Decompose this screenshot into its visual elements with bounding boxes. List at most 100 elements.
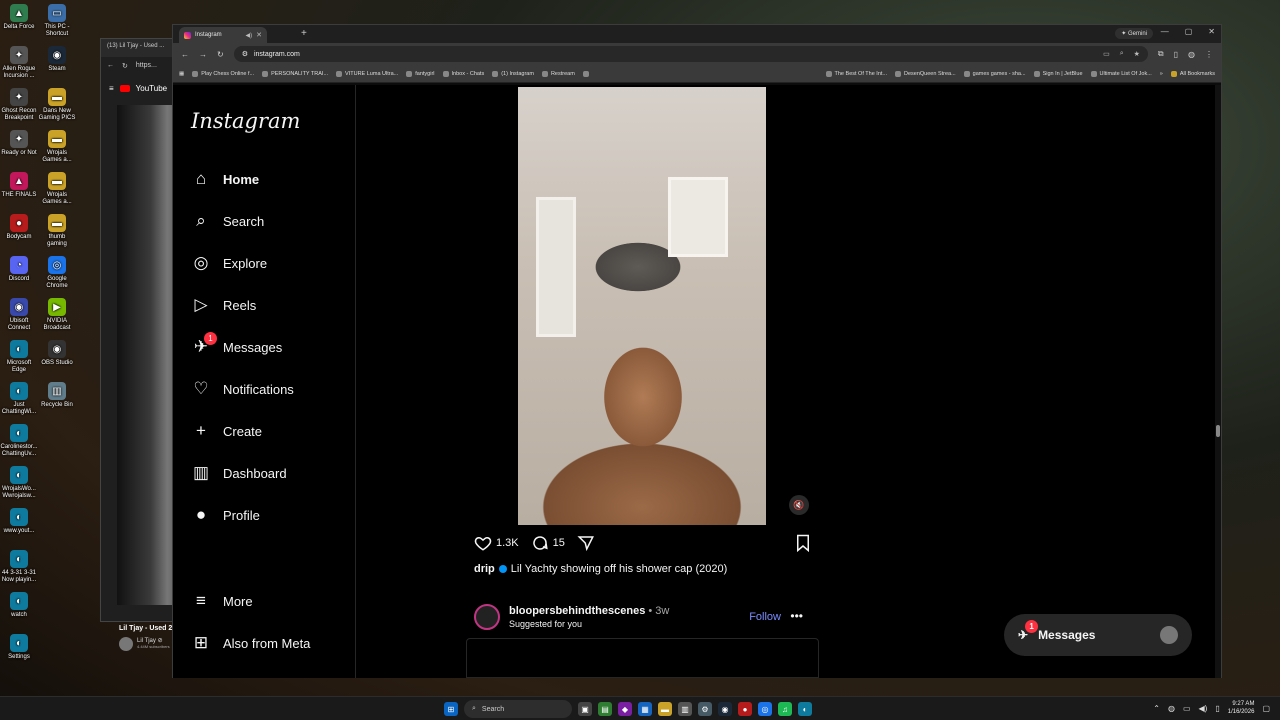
youtube-url[interactable]: https... (136, 62, 157, 72)
bookmark-item[interactable]: Restream (541, 70, 575, 77)
bookmark-item[interactable]: Play Chess Online f... (192, 70, 254, 77)
desktop-icon[interactable]: ▲ THE FINALS (0, 172, 38, 199)
taskbar-search[interactable]: ⌕ Search (464, 700, 572, 718)
extensions-icon[interactable]: ⧉ (1158, 49, 1164, 59)
close-window-button[interactable]: ✕ (1208, 27, 1215, 36)
bookmark-item[interactable]: Inbox - Chats (442, 70, 484, 77)
more-bookmarks-icon[interactable]: » (1160, 71, 1163, 77)
file-explorer-icon[interactable]: ▬ (658, 702, 672, 716)
spotify-icon[interactable]: ♫ (778, 702, 792, 716)
bookmark-item[interactable]: Sign In | JetBlue (1033, 70, 1083, 77)
youtube-logo-icon[interactable] (119, 84, 130, 92)
nav-item-dashboard[interactable]: ▥ Dashboard (191, 463, 287, 483)
bookmark-item[interactable]: VITURE Luma Ultra... (336, 70, 398, 77)
desktop-icon[interactable]: ▬ Wrojals Games a... (38, 172, 76, 206)
nav-item-create[interactable]: + Create (191, 421, 262, 441)
desktop-icon[interactable]: ▲ Delta Force (0, 4, 38, 31)
bookmark-item[interactable]: (1) Instagram (492, 70, 534, 77)
back-icon[interactable]: ← (107, 62, 114, 72)
desktop-icon[interactable]: ◉ OBS Studio (38, 340, 76, 367)
desktop-icon[interactable]: ◐ Carolinestor... ChattingUv... (0, 424, 38, 458)
url-text[interactable]: instagram.com (254, 51, 300, 58)
nav-item-reels[interactable]: ▷ Reels (191, 295, 256, 315)
desktop-icon[interactable]: ◐ WrojalsWo... Wwrojalsw... (0, 466, 38, 500)
messenger-icon[interactable]: ✈ 1 (1018, 620, 1039, 642)
bookmark-icon[interactable] (795, 534, 811, 553)
hamburger-icon[interactable]: ≡ (109, 84, 114, 93)
nav-item-explore[interactable]: ◎ Explore (191, 253, 268, 273)
desktop-icon[interactable]: ▭ This PC - Shortcut (38, 4, 76, 38)
nav-item-profile[interactable]: ● Profile (191, 505, 260, 525)
youtube-channel[interactable]: Lil Tjay ⊘ 4.44M subscribers (119, 637, 170, 651)
new-tab-button[interactable]: + (301, 28, 307, 39)
minimize-button[interactable]: — (1161, 27, 1169, 36)
desktop-icon[interactable]: ● Bodycam (0, 214, 38, 241)
follow-button[interactable]: Follow (749, 611, 781, 623)
desktop-icon[interactable]: ✦ Allen Rogue Incursion ... (0, 46, 38, 80)
nav-item-more[interactable]: ≡ More (191, 591, 253, 611)
like-count[interactable]: 1.3K (496, 537, 519, 549)
post-video[interactable]: 🔇 (466, 85, 819, 525)
desktop-icon[interactable]: ◉ Steam (38, 46, 76, 73)
desktop-icon[interactable]: ▥ Recycle Bin (38, 382, 76, 409)
reload-icon[interactable]: ↻ (122, 62, 128, 72)
tab-instagram[interactable]: Instagram ◀) ✕ (179, 27, 267, 43)
bookmark-star-icon[interactable]: ★ (1134, 50, 1140, 58)
desktop-icon[interactable]: ◐ Just ChattingWi... (0, 382, 38, 416)
maximize-button[interactable]: ▢ (1185, 27, 1193, 36)
cast-icon[interactable]: ▭ (1103, 50, 1110, 58)
more-options-icon[interactable]: ••• (790, 609, 803, 623)
bookmark-item[interactable]: The Best Of The Int... (825, 70, 887, 77)
tray-app-icon[interactable]: ◍ (1168, 704, 1175, 713)
chrome-icon[interactable]: ◎ (758, 702, 772, 716)
start-icon[interactable]: ⊞ (444, 702, 458, 716)
calculator-icon[interactable]: ▥ (678, 702, 692, 716)
clock[interactable]: 9:27 AM 1/16/2026 (1228, 700, 1255, 716)
game-app-icon[interactable]: ● (738, 702, 752, 716)
share-button[interactable] (577, 534, 595, 552)
copilot-icon[interactable]: ◆ (618, 702, 632, 716)
network-icon[interactable]: ▭ (1183, 704, 1191, 713)
apps-icon[interactable]: ▦ (179, 71, 184, 77)
task-view-icon[interactable]: ▣ (578, 702, 592, 716)
desktop-icon[interactable]: ✦ Ghost Recon Breakpoint (0, 88, 38, 122)
site-info-icon[interactable]: ⚙ (242, 50, 248, 58)
bookmark-item[interactable]: games games - sha... (963, 70, 1026, 77)
browser-menu-icon[interactable]: ⋮ (1205, 50, 1213, 59)
forward-button[interactable]: → (199, 50, 207, 59)
desktop-icon[interactable]: ◐ www.yout... (0, 508, 38, 535)
comment-count[interactable]: 15 (553, 537, 565, 549)
desktop-icon[interactable]: ◎ Google Chrome (38, 256, 76, 290)
back-button[interactable]: ← (181, 50, 189, 59)
battery-icon[interactable]: ▯ (1215, 704, 1219, 713)
widgets-icon[interactable]: ▤ (598, 702, 612, 716)
scrollbar-thumb[interactable] (1216, 425, 1220, 437)
notifications-icon[interactable]: ▢ (1262, 704, 1270, 713)
desktop-icon[interactable]: ◉ Ubisoft Connect (0, 298, 38, 332)
gemini-button[interactable]: ✦ Gemini (1115, 28, 1153, 39)
side-panel-icon[interactable]: ▯ (1174, 50, 1178, 59)
store-icon[interactable]: ▦ (638, 702, 652, 716)
bookmark-item[interactable]: Ultimate List Of Jok... (1090, 70, 1152, 77)
desktop-icon[interactable]: ✦ Ready or Not (0, 130, 38, 157)
comment-button[interactable]: 15 (531, 534, 565, 552)
steam-icon[interactable]: ◉ (718, 702, 732, 716)
share-icon[interactable] (577, 534, 595, 552)
bookmark-item[interactable]: DesenQueen Strea... (895, 70, 956, 77)
channel-avatar[interactable] (119, 637, 133, 651)
like-button[interactable]: 1.3K (474, 534, 519, 552)
video-frame[interactable] (518, 87, 766, 525)
desktop-icon[interactable]: ▶ NVIDIA Broadcast (38, 298, 76, 332)
bookmark-item[interactable] (582, 70, 592, 77)
mute-toggle-icon[interactable]: 🔇 (789, 495, 809, 515)
profile-icon[interactable]: ◍ (1188, 50, 1195, 59)
messages-pill[interactable]: ✈ 1 Messages (1004, 614, 1192, 656)
desktop-icon[interactable]: ◐ Settings (0, 634, 38, 661)
bookmark-item[interactable]: PERSONALITY TRAI... (262, 70, 328, 77)
nav-item-search[interactable]: ⌕ Search (191, 211, 264, 231)
nav-item-also-from-meta[interactable]: ⊞ Also from Meta (191, 633, 311, 653)
instagram-logo[interactable]: Instagram (191, 109, 300, 133)
heart-icon[interactable] (474, 534, 492, 552)
reload-button[interactable]: ↻ (217, 50, 224, 59)
desktop-icon[interactable]: ◐ 44 3-31 3-31 Now playin... (0, 550, 38, 584)
